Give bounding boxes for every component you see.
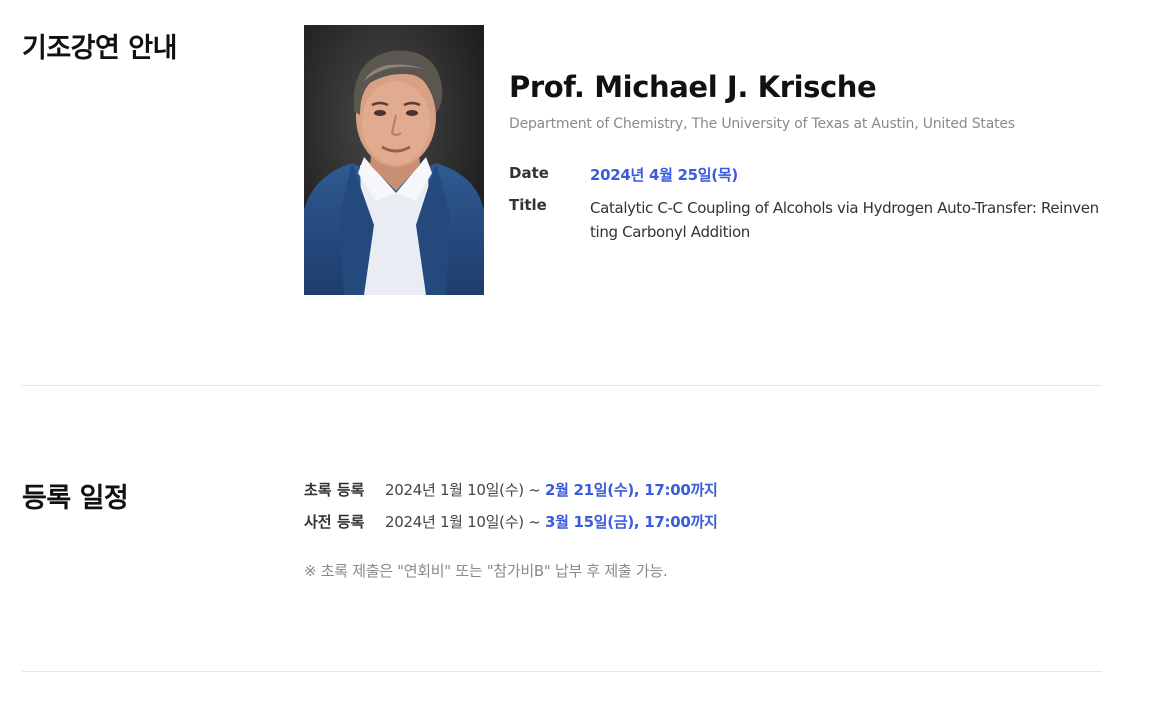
speaker-name: Prof. Michael J. Krische bbox=[509, 70, 877, 104]
pre-registration-period: 2024년 1월 10일(수) ~ 3월 15일(금), 17:00까지 bbox=[385, 511, 718, 532]
abstract-registration-start: 2024년 1월 10일(수) ~ bbox=[385, 481, 545, 499]
speaker-affiliation: Department of Chemistry, The University … bbox=[509, 116, 1015, 132]
date-value: 2024년 4월 25일(목) bbox=[590, 166, 738, 184]
pre-registration-deadline: 3월 15일(금), 17:00까지 bbox=[544, 513, 718, 531]
date-label: Date bbox=[509, 164, 549, 182]
lecture-title: Catalytic C-C Coupling of Alcohols via H… bbox=[590, 199, 1099, 241]
registration-section-title: 등록 일정 bbox=[22, 483, 129, 514]
section-divider-bottom bbox=[22, 671, 1102, 672]
pre-registration-label: 사전 등록 bbox=[304, 513, 365, 531]
abstract-registration-deadline: 2월 21일(수), 17:00까지 bbox=[544, 481, 718, 499]
registration-note: ※ 초록 제출은 "연회비" 또는 "참가비B" 납부 후 제출 가능. bbox=[304, 562, 668, 580]
abstract-registration-label: 초록 등록 bbox=[304, 481, 365, 499]
abstract-registration-period: 2024년 1월 10일(수) ~ 2월 21일(수), 17:00까지 bbox=[385, 479, 718, 500]
pre-registration-start: 2024년 1월 10일(수) ~ bbox=[385, 513, 545, 531]
title-label: Title bbox=[509, 196, 547, 214]
speaker-photo bbox=[304, 25, 484, 295]
section-divider bbox=[22, 385, 1102, 386]
keynote-section-title: 기조강연 안내 bbox=[22, 33, 177, 64]
